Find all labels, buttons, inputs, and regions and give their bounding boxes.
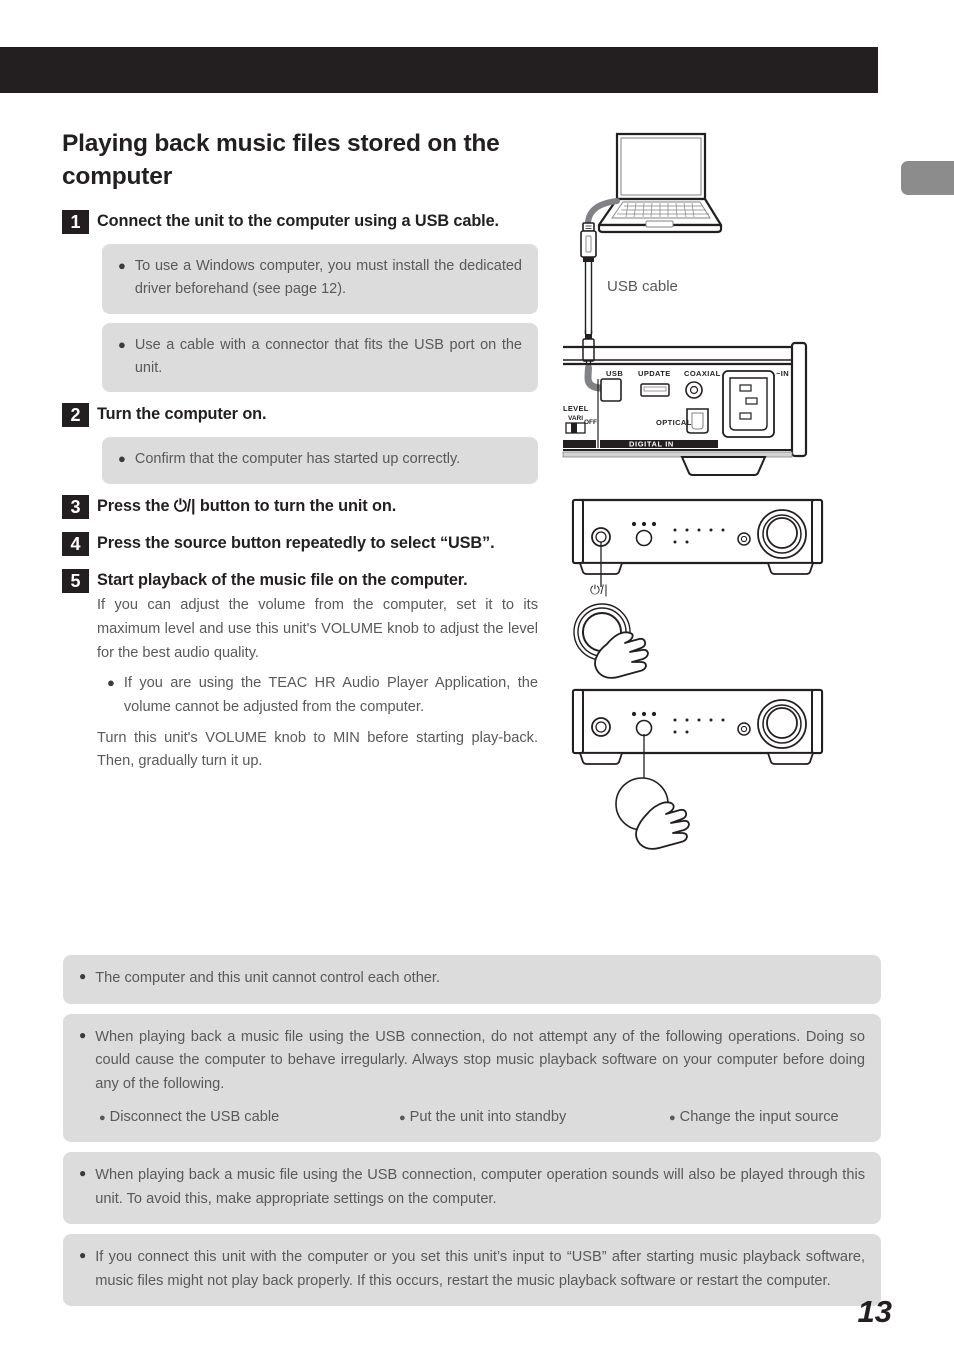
bullet-icon: ● bbox=[107, 675, 115, 691]
step-5-bullet-1-text: If you are using the TEAC HR Audio Playe… bbox=[123, 675, 538, 716]
bottom-notes-section: ● The computer and this unit cannot cont… bbox=[63, 955, 881, 1316]
rear-label-optical: OPTICAL bbox=[656, 418, 692, 427]
step-3-number: 3 bbox=[62, 494, 89, 519]
bullet-icon: ● bbox=[79, 969, 87, 983]
rear-panel-illustration: USB UPDATE COAXIAL OPTICAL ~IN LEVEL VAR… bbox=[562, 330, 808, 476]
page-title: Playing back music files stored on the c… bbox=[62, 130, 500, 190]
rear-label-digital-in: DIGITAL IN bbox=[629, 440, 674, 449]
bullet-icon: ● bbox=[79, 1248, 87, 1263]
illustration-column: USB cable USB UPDATE COAXIAL OPTICAL ~IN… bbox=[560, 126, 900, 866]
power-symbol-label: ⏻/| bbox=[590, 583, 609, 597]
instructions-column: Playing back music files stored on the c… bbox=[62, 128, 538, 774]
sub-bullet-disconnect-usb: ● Disconnect the USB cable bbox=[99, 1108, 280, 1125]
rear-label-vari: VARI bbox=[568, 415, 583, 422]
step-4-text: Press the source button repeatedly to se… bbox=[97, 533, 495, 552]
bullet-icon: ● bbox=[118, 257, 126, 273]
step-5-body-2: Turn this unit's VOLUME knob to MIN befo… bbox=[97, 729, 538, 770]
bottom-note-3-text: When playing back a music file using the… bbox=[95, 1166, 865, 1207]
step-2-number: 2 bbox=[62, 403, 89, 428]
step-5-text: Start playback of the music file on the … bbox=[97, 570, 468, 589]
bottom-note-4-text: If you connect this unit with the comput… bbox=[95, 1249, 865, 1289]
front-panel-power-illustration bbox=[571, 498, 824, 679]
manual-page: Playing back music files stored on the c… bbox=[0, 0, 954, 1354]
front-panel-source-illustration bbox=[571, 688, 824, 850]
sub-bullet-text: Put the unit into standby bbox=[409, 1108, 567, 1125]
bottom-note-2-text: When playing back a music file using the… bbox=[95, 1028, 865, 1092]
bullet-icon: ● bbox=[79, 1165, 87, 1180]
side-tab-marker bbox=[901, 161, 954, 195]
step-5: 5 Start playback of the music file on th… bbox=[62, 567, 538, 594]
bottom-note-1: ● The computer and this unit cannot cont… bbox=[63, 955, 881, 1004]
step-4-number: 4 bbox=[62, 531, 89, 556]
rear-label-off: OFF bbox=[584, 419, 597, 426]
step-1: 1 Connect the unit to the computer using… bbox=[62, 208, 538, 235]
bottom-note-3: ● When playing back a music file using t… bbox=[63, 1151, 881, 1225]
bottom-note-1-text: The computer and this unit cannot contro… bbox=[95, 970, 441, 986]
rear-label-update: UPDATE bbox=[638, 369, 671, 378]
rear-label-usb: USB bbox=[606, 369, 623, 378]
step-1-number: 1 bbox=[62, 209, 89, 234]
bottom-note-2: ● When playing back a music file using t… bbox=[63, 1013, 881, 1142]
step-3: 3 Press the ⏻/| button to turn the unit … bbox=[62, 493, 538, 520]
bottom-note-4: ● If you connect this unit with the comp… bbox=[63, 1234, 881, 1307]
header-black-bar bbox=[0, 47, 878, 93]
rear-label-level: LEVEL bbox=[563, 404, 589, 413]
page-number: 13 bbox=[857, 1294, 892, 1329]
step-5-body-1: If you can adjust the volume from the co… bbox=[97, 597, 538, 661]
bullet-icon: ● bbox=[118, 451, 126, 467]
usb-cable-label: USB cable bbox=[607, 278, 678, 295]
step-1-note-2-text: Use a cable with a connector that fits t… bbox=[134, 336, 522, 376]
laptop-usb-illustration bbox=[580, 132, 723, 334]
bullet-icon: ● bbox=[79, 1027, 87, 1042]
sub-bullet-text: Disconnect the USB cable bbox=[109, 1108, 280, 1125]
sub-bullet-standby: ● Put the unit into standby bbox=[399, 1108, 567, 1125]
step-2-note-1-text: Confirm that the computer has started up… bbox=[134, 451, 461, 468]
step-5-bullet-1: ● If you are using the TEAC HR Audio Pla… bbox=[107, 672, 538, 719]
step-5-number: 5 bbox=[62, 568, 89, 593]
step-3-text: Press the ⏻/| button to turn the unit on… bbox=[97, 496, 397, 515]
step-1-note-2: ● Use a cable with a connector that fits… bbox=[102, 322, 538, 393]
step-2: 2 Turn the computer on. bbox=[62, 401, 538, 428]
step-2-note-1: ● Confirm that the computer has started … bbox=[102, 437, 538, 484]
rear-label-ac-in: ~IN bbox=[776, 369, 789, 378]
step-2-text: Turn the computer on. bbox=[97, 405, 267, 424]
step-4: 4 Press the source button repeatedly to … bbox=[62, 530, 538, 557]
step-1-note-1-text: To use a Windows computer, you must inst… bbox=[134, 257, 522, 298]
step-1-note-1: ● To use a Windows computer, you must in… bbox=[102, 243, 538, 314]
bottom-note-2-sub-list: ● Disconnect the USB cable ● Put the unit … bbox=[99, 1106, 865, 1129]
step-1-text: Connect the unit to the computer using a… bbox=[97, 211, 499, 230]
sub-bullet-text: Change the input source bbox=[679, 1108, 839, 1125]
bullet-icon: ● bbox=[118, 336, 126, 352]
sub-bullet-change-input: ● Change the input source bbox=[669, 1108, 839, 1125]
rear-label-coaxial: COAXIAL bbox=[684, 369, 721, 378]
